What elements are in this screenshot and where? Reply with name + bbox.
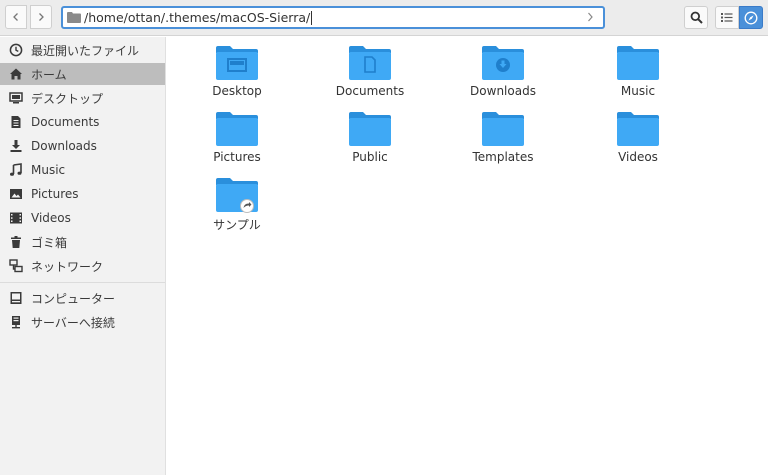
- sidebar-item-home[interactable]: ホーム: [0, 63, 165, 85]
- download-icon: [9, 139, 23, 153]
- sidebar-item-label: Downloads: [31, 139, 97, 153]
- video-icon: [9, 211, 23, 225]
- file-label: サンプル: [213, 218, 261, 232]
- sidebar-item-label: コンピューター: [31, 291, 116, 306]
- sidebar-item-recent[interactable]: 最近開いたファイル: [0, 39, 165, 61]
- folder-icon: [67, 12, 81, 23]
- search-button[interactable]: [684, 6, 708, 29]
- folder-downloads-icon: [482, 46, 524, 80]
- clock-icon: [9, 43, 23, 57]
- trash-icon: [9, 235, 23, 249]
- file-item-desktop[interactable]: Desktop: [177, 45, 297, 105]
- file-label: Public: [352, 150, 388, 164]
- folder-icon: [349, 112, 391, 146]
- chevron-right-icon: [39, 13, 44, 21]
- sidebar-item-label: デスクトップ: [31, 91, 104, 106]
- sidebar-item-label: ホーム: [31, 67, 67, 82]
- folder-documents-icon: [349, 46, 391, 80]
- file-label: Documents: [335, 84, 405, 98]
- file-view: Desktop Documents Downloads Music Pictur…: [167, 37, 768, 475]
- compass-icon: [744, 11, 758, 24]
- search-icon: [690, 11, 703, 24]
- sidebar-item-pictures[interactable]: Pictures: [0, 183, 165, 205]
- file-item-downloads[interactable]: Downloads: [443, 45, 563, 105]
- list-view-icon: [721, 13, 733, 22]
- sidebar-item-label: Pictures: [31, 187, 79, 201]
- location-input[interactable]: /home/ottan/.themes/macOS-Sierra/: [61, 6, 605, 29]
- sidebar-item-network[interactable]: ネットワーク: [0, 255, 165, 277]
- sidebar-item-label: Documents: [31, 115, 100, 129]
- sidebar-item-computer[interactable]: コンピューター: [0, 287, 165, 309]
- file-item-documents[interactable]: Documents: [310, 45, 430, 105]
- list-view-button[interactable]: [715, 6, 739, 29]
- file-item-sample[interactable]: サンプル: [177, 177, 297, 237]
- grid-view-button[interactable]: [739, 6, 763, 29]
- sidebar: 最近開いたファイル ホーム デスクトップ Documents Downloads…: [0, 37, 166, 475]
- picture-icon: [9, 187, 23, 201]
- sidebar-item-videos[interactable]: Videos: [0, 207, 165, 229]
- sidebar-item-documents[interactable]: Documents: [0, 111, 165, 133]
- file-label: Templates: [472, 150, 534, 164]
- sidebar-separator: [0, 282, 165, 283]
- folder-icon: [482, 112, 524, 146]
- chevron-left-icon: [13, 13, 18, 21]
- sidebar-item-label: ゴミ箱: [31, 235, 68, 250]
- sidebar-item-label: 最近開いたファイル: [31, 43, 140, 58]
- sidebar-item-trash[interactable]: ゴミ箱: [0, 231, 165, 253]
- server-icon: [9, 315, 23, 329]
- file-item-pictures[interactable]: Pictures: [177, 111, 297, 171]
- location-text: /home/ottan/.themes/macOS-Sierra/: [84, 10, 311, 25]
- sidebar-item-label: Music: [31, 163, 66, 177]
- folder-icon: [617, 112, 659, 146]
- folder-link-icon: [216, 178, 258, 213]
- folder-desktop-icon: [216, 46, 258, 80]
- file-label: Downloads: [470, 84, 536, 98]
- forward-button[interactable]: [30, 5, 52, 29]
- network-icon: [9, 259, 23, 273]
- file-label: Desktop: [212, 84, 262, 98]
- sidebar-item-label: ネットワーク: [31, 259, 104, 274]
- sidebar-item-downloads[interactable]: Downloads: [0, 135, 165, 157]
- file-item-videos[interactable]: Videos: [578, 111, 698, 171]
- file-label: Pictures: [213, 150, 261, 164]
- text-cursor: [311, 10, 313, 25]
- computer-icon: [9, 291, 23, 305]
- chevron-right-icon[interactable]: [585, 11, 595, 23]
- sidebar-item-label: Videos: [31, 211, 71, 225]
- folder-icon: [216, 112, 258, 146]
- file-item-music[interactable]: Music: [578, 45, 698, 105]
- document-icon: [9, 115, 23, 129]
- file-label: Music: [620, 84, 656, 98]
- header-bar: /home/ottan/.themes/macOS-Sierra/: [0, 0, 768, 36]
- desktop-icon: [9, 91, 23, 105]
- file-label: Videos: [618, 150, 658, 164]
- home-icon: [9, 67, 23, 81]
- music-icon: [9, 163, 23, 177]
- sidebar-item-connect-server[interactable]: サーバーへ接続: [0, 311, 165, 333]
- sidebar-item-music[interactable]: Music: [0, 159, 165, 181]
- folder-icon: [617, 46, 659, 80]
- file-item-templates[interactable]: Templates: [443, 111, 563, 171]
- sidebar-item-desktop[interactable]: デスクトップ: [0, 87, 165, 109]
- file-manager-window: /home/ottan/.themes/macOS-Sierra/ 最近開いたフ…: [0, 0, 768, 475]
- back-button[interactable]: [5, 5, 27, 29]
- sidebar-item-label: サーバーへ接続: [31, 315, 115, 330]
- file-item-public[interactable]: Public: [310, 111, 430, 171]
